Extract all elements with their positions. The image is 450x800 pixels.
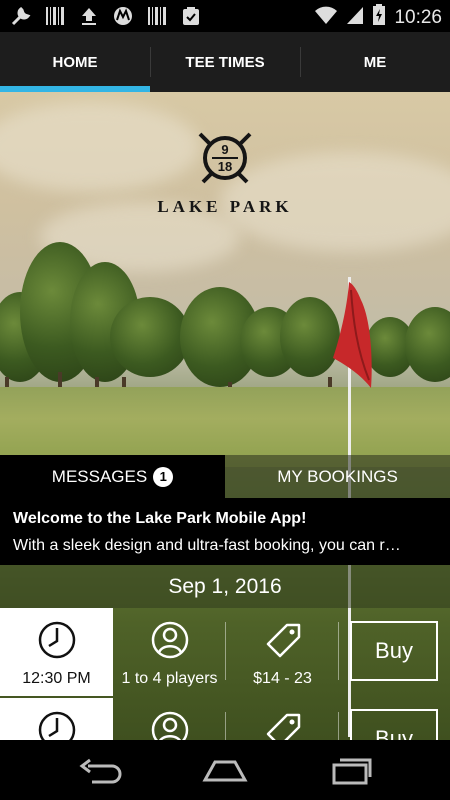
wifi-icon [314,5,338,30]
buy-button[interactable]: Buy [350,621,438,681]
status-bar: 10:26 [0,0,450,32]
message-preview: With a sleek design and ultra-fast booki… [13,537,401,554]
barcode-icon [146,5,168,27]
status-time: 10:26 [394,6,442,28]
system-nav-bar [0,740,450,800]
tee-time-label: 12:30 PM [22,670,91,687]
tab-tee-times[interactable]: TEE TIMES [150,32,300,92]
price-cell: $14 - 23 [226,608,339,696]
messages-tab-label: MESSAGES [51,466,148,486]
home-button[interactable] [200,755,250,787]
tab-my-bookings[interactable]: MY BOOKINGS [225,455,450,498]
logo-emblem-icon: 9 18 [198,132,252,184]
price-label: $14 - 23 [253,670,312,687]
logo-name: LAKE PARK [157,197,293,216]
players-cell: 1 to 4 players [113,608,226,696]
messages-tabs: MESSAGES 1 MY BOOKINGS [0,455,450,498]
players-label: 1 to 4 players [121,670,218,687]
upload-icon [78,5,100,27]
wrench-icon [10,5,32,27]
logo-number-top: 9 [221,142,228,157]
clock-icon [38,621,75,659]
message-card[interactable]: Welcome to the Lake Park Mobile App! Wit… [0,498,450,565]
message-title: Welcome to the Lake Park Mobile App! [13,510,307,527]
tab-home[interactable]: HOME [0,32,150,92]
battery-charging-icon [372,4,386,31]
home-icon [202,760,248,782]
messages-count-badge: 1 [153,466,174,487]
motorola-icon [112,5,134,27]
tee-time-cell: 12:30 PM [0,608,113,696]
top-tab-bar: HOME TEE TIMES ME [0,32,450,92]
clipboard-check-icon [180,5,202,27]
logo-number-bottom: 18 [218,159,232,174]
back-button[interactable] [75,755,125,787]
recents-icon [332,758,372,785]
lake-park-logo: 9 18 LAKE PARK [150,132,300,217]
recents-button[interactable] [325,755,375,787]
signal-icon [346,5,364,30]
person-icon [151,621,188,659]
golf-flag-icon [333,282,372,388]
date-header: Sep 1, 2016 [0,565,450,608]
tab-messages[interactable]: MESSAGES 1 [0,455,225,498]
barcode-icon [44,5,66,27]
tab-me[interactable]: ME [300,32,450,92]
tee-time-row[interactable]: 12:30 PM 1 to 4 players $14 - 23 Buy [0,608,450,696]
back-icon [79,758,122,784]
price-tag-icon [266,623,300,658]
